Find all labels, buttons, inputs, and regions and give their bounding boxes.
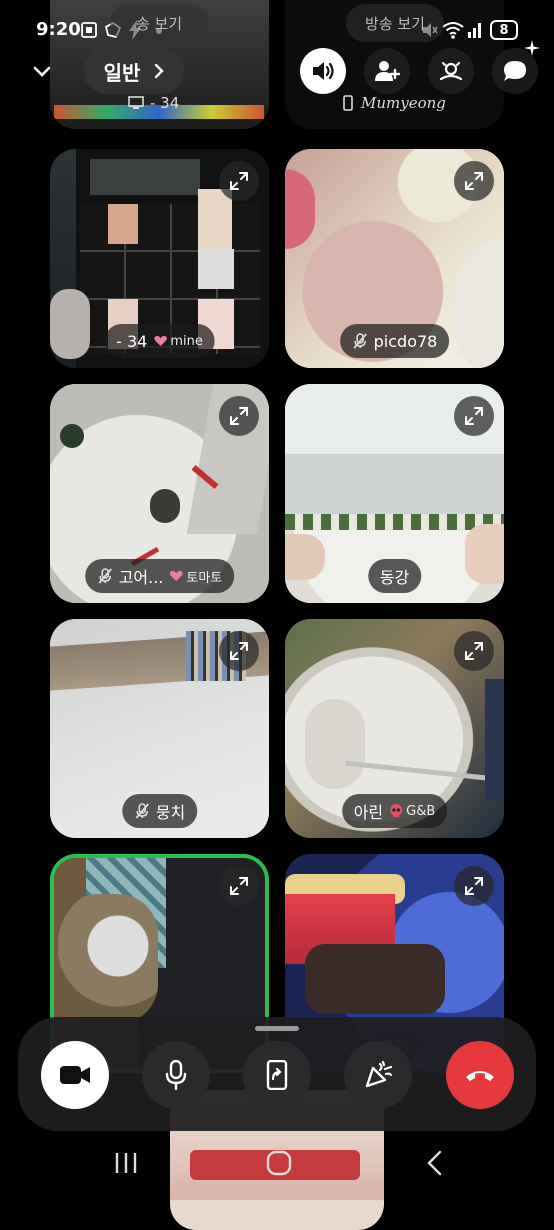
participant-name: 뭉치 bbox=[155, 803, 186, 822]
screen-share-button[interactable] bbox=[243, 1041, 311, 1109]
top-tile-right-label: Mumyeong bbox=[361, 94, 446, 112]
skull-icon bbox=[390, 804, 403, 817]
home-icon bbox=[266, 1150, 292, 1176]
expand-button[interactable] bbox=[219, 396, 259, 436]
expand-icon bbox=[230, 642, 248, 660]
top-tile-left-label: - 34 bbox=[150, 94, 180, 112]
add-member-button[interactable] bbox=[364, 48, 410, 94]
expand-button[interactable] bbox=[219, 161, 259, 201]
monitor-icon bbox=[128, 96, 144, 109]
participant-tag: G&B bbox=[389, 804, 435, 819]
back-button[interactable] bbox=[424, 1150, 446, 1176]
participant-tag-text: G&B bbox=[406, 803, 436, 819]
phone-icon bbox=[343, 95, 353, 111]
chat-button[interactable] bbox=[492, 48, 538, 94]
ghost-watch-stream-right: 방송 보기 bbox=[346, 4, 444, 42]
expand-icon bbox=[465, 642, 483, 660]
battery-indicator: 8 bbox=[490, 20, 518, 40]
chevron-down-icon bbox=[33, 66, 51, 77]
participant-name: 고어... bbox=[118, 568, 164, 587]
end-call-button[interactable] bbox=[446, 1041, 514, 1109]
participant-label: picdo78 bbox=[339, 324, 450, 358]
participant-label: 아린 G&B bbox=[341, 794, 448, 828]
effects-button[interactable] bbox=[344, 1041, 412, 1109]
chat-icon bbox=[504, 61, 526, 81]
mic-muted-icon bbox=[135, 803, 149, 819]
speaker-icon bbox=[313, 62, 334, 80]
participant-tag-text: mine bbox=[170, 333, 203, 349]
participant-name: 동강 bbox=[379, 568, 410, 587]
video-tile[interactable]: 아린 G&B bbox=[285, 619, 504, 838]
participant-tag: 토마토 bbox=[169, 567, 222, 586]
video-tile[interactable]: 뭉치 bbox=[50, 619, 269, 838]
home-button[interactable] bbox=[266, 1150, 292, 1176]
add-user-icon bbox=[375, 61, 400, 81]
ghost-left-text: 송 보기 bbox=[135, 14, 183, 33]
participant-label: 고어... 토마토 bbox=[84, 559, 235, 593]
battery-level: 8 bbox=[499, 22, 509, 38]
collapse-button[interactable] bbox=[20, 50, 64, 94]
expand-icon bbox=[465, 877, 483, 895]
video-tile[interactable]: 동강 bbox=[285, 384, 504, 603]
effects-icon bbox=[365, 1060, 393, 1088]
participant-name: picdo78 bbox=[373, 331, 438, 351]
expand-button[interactable] bbox=[219, 866, 259, 906]
expand-button[interactable] bbox=[454, 866, 494, 906]
expand-icon bbox=[230, 877, 248, 895]
channel-mode-button[interactable]: 일반 bbox=[84, 48, 184, 94]
mic-muted-icon bbox=[352, 333, 367, 349]
participant-label: 뭉치 bbox=[121, 794, 198, 828]
end-call-icon bbox=[466, 1071, 494, 1081]
heart-icon bbox=[154, 336, 167, 346]
expand-button[interactable] bbox=[454, 161, 494, 201]
activity-icon bbox=[439, 61, 463, 81]
signal-icon bbox=[468, 23, 481, 38]
participant-label: - 34 mine bbox=[104, 324, 215, 358]
status-time: 9:20 bbox=[36, 19, 81, 40]
microphone-icon bbox=[165, 1060, 187, 1090]
recents-icon bbox=[115, 1153, 137, 1173]
channel-mode-label: 일반 bbox=[103, 60, 141, 85]
ghost-right-text: 방송 보기 bbox=[365, 14, 425, 33]
video-tile[interactable]: - 34 mine bbox=[50, 149, 269, 368]
screen-capture-icon bbox=[81, 22, 97, 38]
expand-button[interactable] bbox=[454, 631, 494, 671]
ghost-watch-stream-left: 송 보기 bbox=[110, 4, 208, 42]
expand-icon bbox=[465, 407, 483, 425]
wifi-icon bbox=[442, 22, 464, 39]
video-tile[interactable]: 고어... 토마토 bbox=[50, 384, 269, 603]
recents-button[interactable] bbox=[112, 1150, 140, 1176]
expand-icon bbox=[465, 172, 483, 190]
heart-icon bbox=[170, 571, 183, 581]
camera-icon bbox=[60, 1066, 90, 1084]
participant-name: 아린 bbox=[353, 803, 384, 822]
participant-label: 동강 bbox=[367, 559, 422, 593]
microphone-button[interactable] bbox=[142, 1041, 210, 1109]
participant-name: - 34 bbox=[116, 331, 148, 351]
speaker-button[interactable] bbox=[300, 48, 346, 94]
participant-tag: mine bbox=[153, 334, 203, 349]
expand-icon bbox=[230, 407, 248, 425]
expand-button[interactable] bbox=[454, 396, 494, 436]
status-bar: 9:20 8 bbox=[0, 0, 554, 40]
mic-muted-icon bbox=[98, 568, 112, 584]
activity-button[interactable] bbox=[428, 48, 474, 94]
camera-button[interactable] bbox=[41, 1041, 109, 1109]
expand-icon bbox=[230, 172, 248, 190]
screen-share-icon bbox=[266, 1060, 288, 1090]
drag-handle[interactable] bbox=[255, 1026, 299, 1031]
participant-tag-text: 토마토 bbox=[186, 570, 223, 586]
video-tile[interactable]: picdo78 bbox=[285, 149, 504, 368]
expand-button[interactable] bbox=[219, 631, 259, 671]
chevron-right-icon bbox=[155, 63, 165, 79]
back-icon bbox=[427, 1150, 442, 1176]
